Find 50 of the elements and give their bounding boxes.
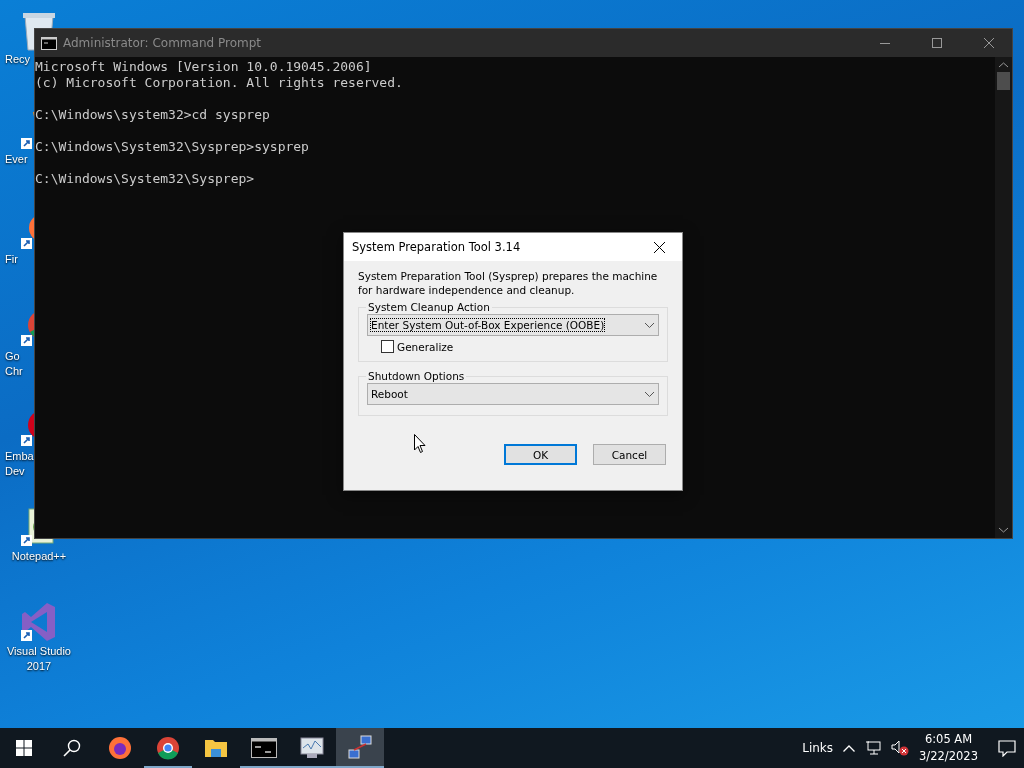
console-line: C:\Windows\System32\Sysprep>sysprep bbox=[35, 139, 310, 155]
desktop-icon-label[interactable]: Fir bbox=[5, 252, 18, 267]
dialog-description: System Preparation Tool (Sysprep) prepares the machine for hardware independence and cleanup. bbox=[358, 269, 659, 297]
close-icon bbox=[984, 38, 994, 48]
desktop-icon-label[interactable]: Dev bbox=[5, 464, 25, 479]
desktop-icon-label[interactable]: Go bbox=[5, 349, 20, 364]
links-toolbar[interactable]: Links bbox=[802, 741, 834, 755]
windows-logo-icon bbox=[16, 740, 32, 756]
clock[interactable]: 6:05 AM 3/22/2023 bbox=[919, 731, 978, 765]
console-icon bbox=[251, 738, 277, 758]
dialog-title: System Preparation Tool 3.14 bbox=[352, 240, 522, 254]
console-line: C:\Windows\system32>cd sysprep bbox=[35, 107, 271, 123]
console-icon bbox=[41, 36, 57, 50]
desktop-icon-label[interactable]: Chr bbox=[5, 364, 23, 379]
scroll-thumb-icon bbox=[997, 72, 1010, 90]
shutdown-options-dropdown[interactable]: Reboot bbox=[367, 383, 659, 405]
desktop-icon-label[interactable]: Ever bbox=[5, 152, 28, 167]
desktop-icon-label[interactable]: Emba bbox=[5, 449, 34, 464]
network-computers-icon bbox=[347, 735, 373, 761]
maximize-icon bbox=[932, 38, 942, 48]
speaker-muted-icon[interactable] bbox=[891, 740, 910, 756]
scroll-down-icon bbox=[999, 527, 1008, 533]
checkbox-label: Generalize bbox=[397, 340, 454, 353]
group-label: System Cleanup Action bbox=[366, 301, 492, 313]
scroll-up-icon bbox=[999, 62, 1008, 68]
dialog-button[interactable]: OK bbox=[504, 444, 577, 465]
network-icon[interactable] bbox=[865, 741, 882, 755]
group-label: Shutdown Options bbox=[366, 370, 467, 382]
folder-icon bbox=[204, 737, 228, 759]
chevron-down-icon bbox=[645, 322, 654, 328]
scroll-bar[interactable] bbox=[995, 57, 1012, 538]
desktop-icon-label[interactable]: Notepad++ bbox=[11, 549, 67, 564]
console-line: Microsoft Windows [Version 10.0.19045.2006] bbox=[35, 59, 373, 75]
mouse-pointer-icon bbox=[414, 434, 426, 453]
desktop-icon-label[interactable]: Visual Studio bbox=[7, 644, 71, 659]
dialog-button[interactable]: Cancel bbox=[593, 444, 666, 465]
chevron-up-icon[interactable] bbox=[843, 744, 856, 752]
minimize-icon bbox=[880, 42, 890, 44]
console-line: (c) Microsoft Corporation. All rights reserved. bbox=[35, 75, 404, 91]
search-icon bbox=[63, 739, 81, 757]
desktop-icon-label[interactable]: Recy bbox=[5, 52, 31, 67]
window-title: Administrator: Command Prompt bbox=[63, 36, 262, 50]
generalize-checkbox[interactable] bbox=[381, 340, 394, 353]
cleanup-action-dropdown[interactable]: Enter System Out-of-Box Experience (OOBE) bbox=[367, 314, 659, 336]
chevron-down-icon bbox=[645, 391, 654, 397]
notification-icon[interactable] bbox=[998, 739, 1016, 757]
monitor-chart-icon bbox=[299, 736, 325, 760]
desktop-icon-label[interactable]: 2017 bbox=[26, 659, 52, 674]
close-icon bbox=[653, 241, 665, 253]
console-line: C:\Windows\System32\Sysprep> bbox=[35, 171, 256, 187]
